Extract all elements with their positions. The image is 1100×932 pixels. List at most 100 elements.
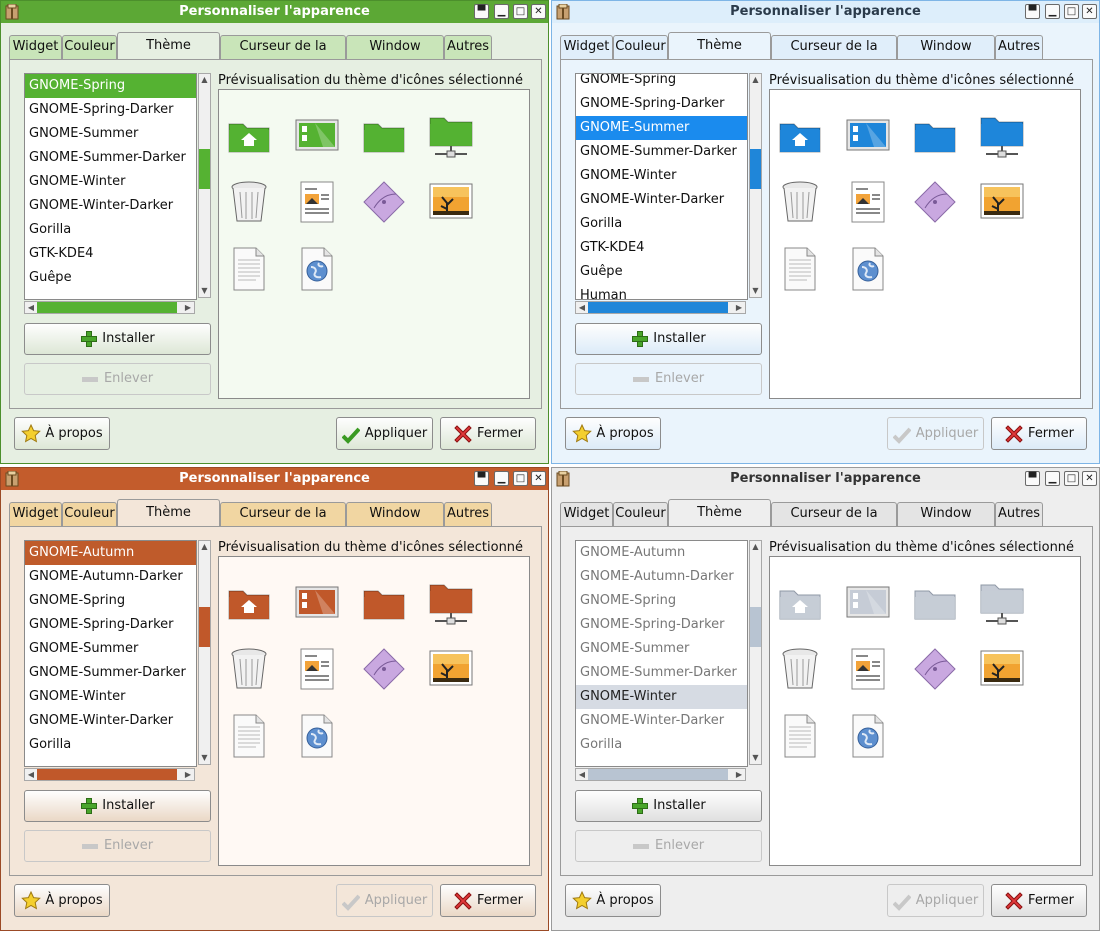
tab-1[interactable]: Couleur — [613, 35, 668, 59]
scroll-down-arrow-icon[interactable]: ▼ — [750, 285, 761, 297]
tab-2[interactable]: Thème d'icônes — [668, 32, 771, 79]
about-button[interactable]: À propos — [565, 884, 661, 917]
tab-4[interactable]: Window Border — [897, 502, 995, 543]
theme-list-item[interactable]: GNOME-Winter — [25, 170, 196, 194]
tab-0[interactable]: Widget — [560, 35, 613, 59]
theme-list-item[interactable]: GNOME-Autumn-Darker — [576, 565, 747, 589]
theme-list-item[interactable]: GNOME-Spring — [25, 74, 196, 98]
theme-list-item[interactable]: GNOME-Summer — [576, 637, 747, 661]
title-bar[interactable]: Personnaliser l'apparence ▀ ▁ □ ✕ — [552, 468, 1099, 490]
tab-3[interactable]: Curseur de la souris — [220, 502, 346, 543]
minimize-button[interactable]: ▁ — [494, 471, 509, 486]
maximize-button[interactable]: □ — [1064, 4, 1079, 19]
scroll-thumb[interactable] — [199, 607, 210, 647]
theme-list[interactable]: GNOME-Spring GNOME-Spring-Darker GNOME-Sum… — [575, 73, 748, 300]
scroll-down-arrow-icon[interactable]: ▼ — [199, 752, 210, 764]
tab-1[interactable]: Couleur — [62, 35, 117, 59]
scroll-thumb[interactable] — [37, 769, 177, 780]
theme-list-item[interactable]: GNOME-Summer — [576, 116, 747, 140]
scroll-down-arrow-icon[interactable]: ▼ — [199, 285, 210, 297]
theme-list[interactable]: GNOME-Spring GNOME-Spring-Darker GNOME-Sum… — [24, 73, 197, 300]
close-button[interactable]: Fermer — [440, 417, 536, 450]
theme-list-item[interactable]: GNOME-Spring-Darker — [25, 98, 196, 122]
theme-list-item[interactable]: GTK-KDE4 — [25, 242, 196, 266]
tab-0[interactable]: Widget — [560, 502, 613, 526]
close-button[interactable]: Fermer — [991, 417, 1087, 450]
theme-list-item[interactable]: Gorilla — [576, 733, 747, 757]
about-button[interactable]: À propos — [14, 884, 110, 917]
tab-0[interactable]: Widget — [9, 35, 62, 59]
install-button[interactable]: Installer — [24, 790, 211, 822]
theme-list-item[interactable]: GNOME-Winter-Darker — [25, 709, 196, 733]
close-window-button[interactable]: ✕ — [1082, 471, 1097, 486]
about-button[interactable]: À propos — [565, 417, 661, 450]
minimize-button[interactable]: ▁ — [1045, 471, 1060, 486]
theme-list-item[interactable]: GNOME-Summer — [25, 122, 196, 146]
title-bar[interactable]: Personnaliser l'apparence ▀ ▁ □ ✕ — [1, 1, 548, 23]
scroll-thumb[interactable] — [750, 149, 761, 189]
theme-list-item[interactable]: Human — [576, 284, 747, 299]
tab-3[interactable]: Curseur de la souris — [771, 502, 897, 543]
theme-list-item[interactable]: GNOME-Winter — [25, 685, 196, 709]
tab-2[interactable]: Thème d'icônes — [117, 32, 220, 79]
menu-button[interactable]: ▀ — [474, 4, 489, 19]
close-button[interactable]: Fermer — [440, 884, 536, 917]
tab-4[interactable]: Window Border — [346, 502, 444, 543]
theme-list-item[interactable]: GNOME-Spring-Darker — [576, 92, 747, 116]
theme-list-item[interactable]: GTK-KDE4 — [576, 236, 747, 260]
close-window-button[interactable]: ✕ — [531, 4, 546, 19]
menu-button[interactable]: ▀ — [474, 471, 489, 486]
install-button[interactable]: Installer — [575, 790, 762, 822]
theme-list-item[interactable]: GNOME-Summer-Darker — [576, 661, 747, 685]
scroll-right-arrow-icon[interactable]: ▶ — [182, 302, 194, 313]
tab-1[interactable]: Couleur — [613, 502, 668, 526]
theme-list-item[interactable]: GNOME-Spring-Darker — [576, 613, 747, 637]
tab-4[interactable]: Window Border — [897, 35, 995, 76]
scroll-up-arrow-icon[interactable]: ▲ — [750, 74, 761, 86]
theme-list-item[interactable]: GNOME-Spring-Darker — [25, 613, 196, 637]
about-button[interactable]: À propos — [14, 417, 110, 450]
remove-button[interactable]: Enlever — [575, 363, 762, 395]
install-button[interactable]: Installer — [575, 323, 762, 355]
scroll-left-arrow-icon[interactable]: ◀ — [576, 769, 588, 780]
maximize-button[interactable]: □ — [513, 4, 528, 19]
apply-button[interactable]: Appliquer — [336, 884, 433, 917]
tab-2[interactable]: Thème d'icônes — [117, 499, 220, 546]
theme-list-item[interactable]: GNOME-Winter-Darker — [576, 188, 747, 212]
theme-list-item[interactable]: GNOME-Summer-Darker — [25, 146, 196, 170]
scroll-up-arrow-icon[interactable]: ▲ — [199, 74, 210, 86]
scroll-down-arrow-icon[interactable]: ▼ — [750, 752, 761, 764]
scroll-right-arrow-icon[interactable]: ▶ — [733, 769, 745, 780]
tab-4[interactable]: Window Border — [346, 35, 444, 76]
scroll-up-arrow-icon[interactable]: ▲ — [199, 541, 210, 553]
title-bar[interactable]: Personnaliser l'apparence ▀ ▁ □ ✕ — [1, 468, 548, 490]
theme-list-item[interactable]: GNOME-Autumn — [576, 541, 747, 565]
theme-list-item[interactable]: GNOME-Spring — [576, 74, 747, 92]
scroll-thumb[interactable] — [588, 769, 728, 780]
theme-list-item[interactable]: Gorilla — [576, 212, 747, 236]
list-vertical-scrollbar[interactable]: ▲ ▼ — [749, 73, 762, 298]
scroll-thumb[interactable] — [588, 302, 728, 313]
list-horizontal-scrollbar[interactable]: ◀ ▶ — [575, 768, 746, 781]
remove-button[interactable]: Enlever — [24, 830, 211, 862]
theme-list-item[interactable]: Guêpe — [576, 260, 747, 284]
tab-3[interactable]: Curseur de la souris — [220, 35, 346, 76]
theme-list-item[interactable]: GNOME-Winter-Darker — [576, 709, 747, 733]
list-vertical-scrollbar[interactable]: ▲ ▼ — [198, 73, 211, 298]
theme-list-item[interactable]: GNOME-Winter — [576, 685, 747, 709]
theme-list-item[interactable]: GNOME-Autumn-Darker — [25, 565, 196, 589]
close-window-button[interactable]: ✕ — [1082, 4, 1097, 19]
theme-list-item[interactable]: GNOME-Autumn — [25, 541, 196, 565]
theme-list[interactable]: GNOME-Autumn GNOME-Autumn-Darker GNOME-Spr… — [575, 540, 748, 767]
install-button[interactable]: Installer — [24, 323, 211, 355]
tab-5[interactable]: Autres — [995, 502, 1043, 526]
close-button[interactable]: Fermer — [991, 884, 1087, 917]
list-horizontal-scrollbar[interactable]: ◀ ▶ — [24, 768, 195, 781]
remove-button[interactable]: Enlever — [24, 363, 211, 395]
theme-list-item[interactable]: Gorilla — [25, 733, 196, 757]
apply-button[interactable]: Appliquer — [887, 884, 984, 917]
menu-button[interactable]: ▀ — [1025, 471, 1040, 486]
theme-list-item[interactable]: GNOME-Spring — [25, 589, 196, 613]
scroll-left-arrow-icon[interactable]: ◀ — [576, 302, 588, 313]
theme-list-item[interactable]: GNOME-Summer-Darker — [25, 661, 196, 685]
